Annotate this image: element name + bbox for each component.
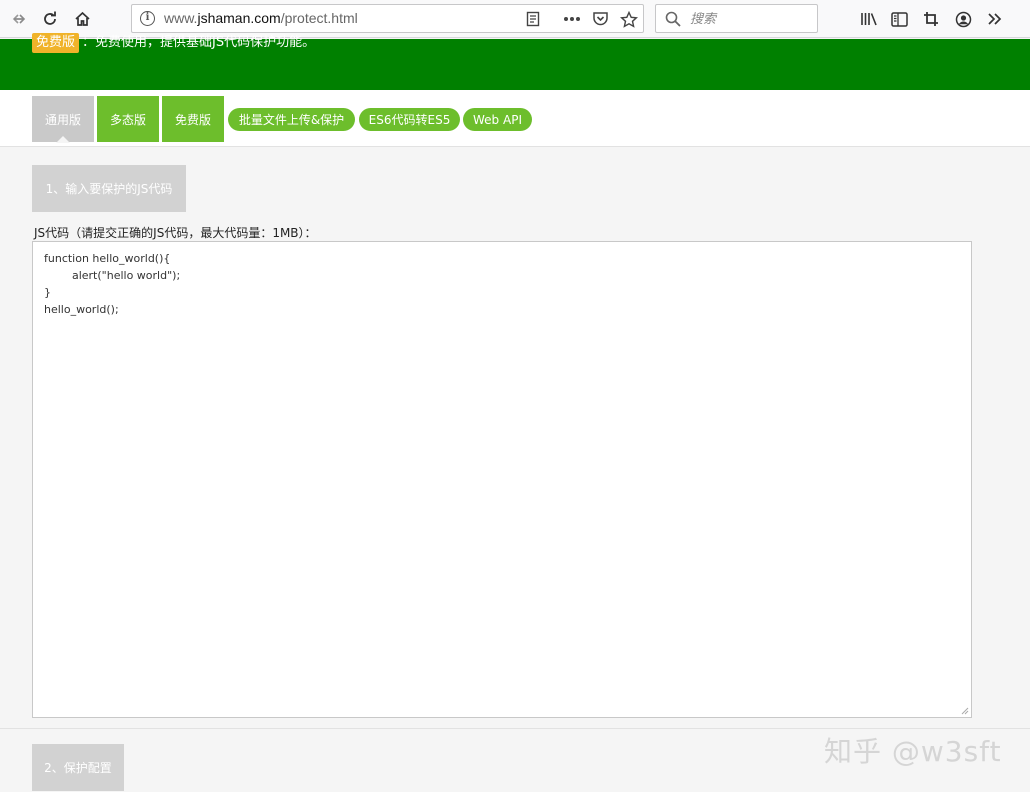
tab-general[interactable]: 通用版 [32,96,94,143]
search-icon [665,11,681,27]
account-icon[interactable] [950,6,976,32]
browser-toolbar: i www.jshaman.com/protect.html [0,0,1030,38]
resize-grip-icon[interactable] [959,705,969,715]
screenshot-crop-icon[interactable] [918,6,944,32]
reader-view-icon[interactable] [521,7,545,31]
section-divider [0,728,1030,729]
page-actions-icon[interactable] [560,7,584,31]
search-input[interactable] [690,9,810,29]
search-bar[interactable] [655,4,818,33]
version-tab-bar: 通用版 多态版 免费版 批量文件上传&保护 ES6代码转ES5 Web API [0,90,1030,147]
js-code-input[interactable] [32,241,972,718]
header-description: ：免费使用，提供基础JS代码保护功能。 [82,35,316,50]
site-info-icon[interactable]: i [140,11,155,26]
step2-protect-config-button[interactable]: 2、保护配置 [32,744,124,791]
overflow-menu-icon[interactable] [982,6,1008,32]
free-version-badge: 免费版 [32,33,80,53]
url-text: www.jshaman.com/protect.html [164,10,358,26]
js-code-label: JS代码（请提交正确的JS代码，最大代码量：1MB）： [34,226,317,240]
address-bar[interactable]: i www.jshaman.com/protect.html [131,4,644,33]
forward-icon[interactable] [6,6,32,32]
sidebar-icon[interactable] [886,6,912,32]
library-icon[interactable] [856,6,882,32]
bookmark-star-icon[interactable] [617,7,641,31]
watermark-text: 知乎 @w3sft [824,735,1002,768]
tab-es6-to-es5[interactable]: ES6代码转ES5 [359,108,460,131]
step1-input-code-button[interactable]: 1、输入要保护的JS代码 [32,165,186,212]
pocket-icon[interactable] [588,7,612,31]
tab-polymorphic[interactable]: 多态版 [97,96,159,142]
reload-icon[interactable] [37,6,63,32]
home-icon[interactable] [69,6,95,32]
tab-free[interactable]: 免费版 [162,96,224,142]
tab-batch-upload[interactable]: 批量文件上传&保护 [228,108,355,131]
tab-web-api[interactable]: Web API [463,108,532,131]
